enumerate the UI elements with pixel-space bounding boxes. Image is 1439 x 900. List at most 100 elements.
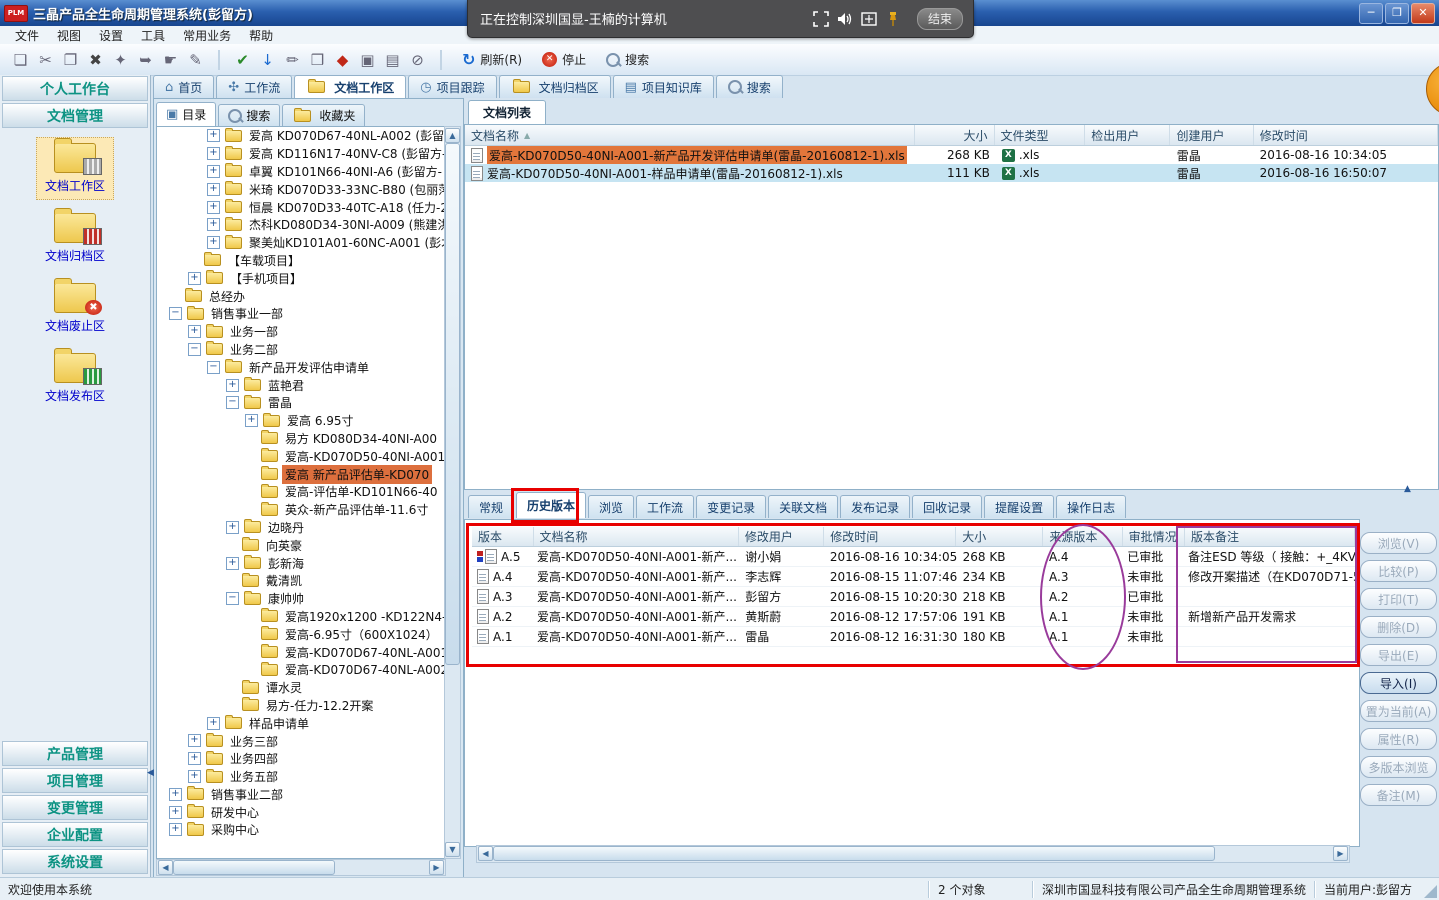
sidebar-item-文档归档区[interactable]: 文档归档区: [36, 207, 114, 270]
detail-tab-历史版本[interactable]: 历史版本: [516, 492, 586, 518]
detail-tab-关联文档[interactable]: 关联文档: [768, 495, 838, 518]
detail-tab-浏览[interactable]: 浏览: [588, 495, 634, 518]
menu-item-1[interactable]: 视图: [48, 27, 90, 44]
tab-项目知识库[interactable]: ▤项目知识库: [613, 75, 714, 98]
tree-item[interactable]: +业务四部: [157, 750, 445, 768]
tree-item[interactable]: +聚美灿KD101A01-60NC-A001 (彭才: [157, 234, 445, 252]
doc-column-header-文档名称[interactable]: 文档名称▲: [465, 125, 915, 145]
restore-button[interactable]: ❐: [1385, 3, 1409, 24]
tree-item[interactable]: 爱高-6.95寸（600X1024）: [157, 625, 445, 643]
expand-plus-icon[interactable]: +: [207, 201, 220, 214]
doc-column-header-检出用户[interactable]: 检出用户: [1085, 125, 1170, 145]
sidebar-section-系统设置[interactable]: 系统设置: [2, 849, 148, 874]
speaker-icon[interactable]: [833, 8, 857, 30]
download-icon[interactable]: ↓: [255, 48, 280, 72]
expand-plus-icon[interactable]: +: [169, 806, 182, 819]
tab-文档工作区[interactable]: 文档工作区: [294, 75, 406, 98]
expand-plus-icon[interactable]: +: [188, 752, 201, 765]
doc-check-icon[interactable]: ✔: [230, 48, 255, 72]
detail-tab-工作流[interactable]: 工作流: [636, 495, 694, 518]
doc-column-header-创建用户[interactable]: 创建用户: [1170, 125, 1253, 145]
history-column-header-版本[interactable]: 版本: [472, 527, 534, 546]
detail-tab-发布记录[interactable]: 发布记录: [840, 495, 910, 518]
sidebar-section-产品管理[interactable]: 产品管理: [2, 741, 148, 766]
collapse-minus-icon[interactable]: −: [169, 307, 182, 320]
expand-plus-icon[interactable]: +: [207, 218, 220, 231]
scroll-left-icon[interactable]: ◀: [478, 846, 493, 861]
action-button-多版本浏览[interactable]: 多版本浏览: [1360, 756, 1437, 778]
doclist-scroll-up-icon[interactable]: ▲: [1404, 484, 1411, 494]
tree-vertical-scrollbar[interactable]: ▲ ▼: [444, 126, 461, 859]
expand-plus-icon[interactable]: +: [188, 734, 201, 747]
expand-plus-icon[interactable]: +: [207, 129, 220, 142]
tree-item[interactable]: 英众-新产品评估单-11.6寸: [157, 501, 445, 519]
detail-tab-变更记录[interactable]: 变更记录: [696, 495, 766, 518]
sidebar-section-企业配置[interactable]: 企业配置: [2, 822, 148, 847]
sidebar-section-个人工作台[interactable]: 个人工作台: [2, 76, 148, 101]
tree-item[interactable]: 爱高 新产品评估单-KD070: [157, 465, 445, 483]
pointer-icon[interactable]: ☛: [158, 48, 183, 72]
tree-item[interactable]: +爱高 KD116N17-40NV-C8 (彭留方-: [157, 145, 445, 163]
scroll-up-icon[interactable]: ▲: [445, 128, 460, 143]
history-column-header-来源版本[interactable]: 来源版本: [1043, 527, 1122, 546]
doc-lines-icon[interactable]: ▤: [380, 48, 405, 72]
doc-column-header-修改时间[interactable]: 修改时间: [1254, 125, 1438, 145]
tree-item[interactable]: +蓝艳君: [157, 376, 445, 394]
action-button-删除(D)[interactable]: 删除(D): [1360, 616, 1437, 638]
expand-plus-icon[interactable]: +: [207, 147, 220, 160]
menu-item-2[interactable]: 设置: [90, 27, 132, 44]
doc-column-header-大小[interactable]: 大小: [915, 125, 995, 145]
tree-item[interactable]: −销售事业一部: [157, 305, 445, 323]
menu-item-0[interactable]: 文件: [6, 27, 48, 44]
history-horizontal-scrollbar[interactable]: ◀ ▶: [476, 845, 1350, 863]
tab-文档归档区[interactable]: 文档归档区: [499, 75, 611, 98]
tree-item[interactable]: +杰科KD080D34-30NI-A009 (熊建洪: [157, 216, 445, 234]
tree-item[interactable]: +爱高 KD070D67-40NL-A002 (彭留: [157, 127, 445, 145]
scroll-left-icon[interactable]: ◀: [158, 860, 173, 875]
action-button-打印(T)[interactable]: 打印(T): [1360, 588, 1437, 610]
paste-icon[interactable]: ❐: [58, 48, 83, 72]
action-button-属性(R)[interactable]: 属性(R): [1360, 728, 1437, 750]
action-button-浏览(V)[interactable]: 浏览(V): [1360, 532, 1437, 554]
expand-plus-icon[interactable]: +: [169, 788, 182, 801]
end-session-button[interactable]: 结束: [917, 8, 963, 30]
action-button-备注(M)[interactable]: 备注(M): [1360, 784, 1437, 806]
tree-item[interactable]: 向英豪: [157, 536, 445, 554]
detail-tab-操作日志[interactable]: 操作日志: [1056, 495, 1126, 518]
doc-row[interactable]: 爱高-KD070D50-40NI-A001-新产品开发评估申请单(雷晶-2016…: [465, 146, 1438, 164]
tree-horizontal-scrollbar[interactable]: ◀ ▶: [156, 859, 446, 876]
detail-tab-常规[interactable]: 常规: [468, 495, 514, 518]
scroll-right-icon[interactable]: ▶: [429, 860, 444, 875]
tree-item[interactable]: 易方 KD080D34-40NI-A00: [157, 430, 445, 448]
expand-plus-icon[interactable]: +: [245, 414, 258, 427]
minimize-button[interactable]: ─: [1359, 3, 1383, 24]
tree-item[interactable]: 总经办: [157, 287, 445, 305]
folder-go-icon[interactable]: ➥: [133, 48, 158, 72]
sidebar-section-文档管理[interactable]: 文档管理: [2, 103, 148, 128]
tree-vscroll-thumb[interactable]: [445, 143, 460, 665]
tree-tab-收藏夹[interactable]: 收藏夹: [282, 104, 365, 126]
tree-item[interactable]: 戴清凯: [157, 572, 445, 590]
tab-doc-list[interactable]: 文档列表: [468, 100, 546, 124]
sidebar-section-变更管理[interactable]: 变更管理: [2, 795, 148, 820]
history-column-header-修改时间[interactable]: 修改时间: [824, 527, 956, 546]
tree-item[interactable]: −康帅帅: [157, 590, 445, 608]
tree-item[interactable]: +【手机项目】: [157, 269, 445, 287]
history-row[interactable]: A.2爱高-KD070D50-40NI-A001-新产...黄斯蔚2016-08…: [472, 607, 1355, 627]
expand-plus-icon[interactable]: +: [207, 236, 220, 249]
history-column-header-大小[interactable]: 大小: [956, 527, 1043, 546]
tree-item[interactable]: +采购中心: [157, 821, 445, 839]
history-column-header-审批情况[interactable]: 审批情况: [1123, 527, 1185, 546]
history-column-header-版本备注[interactable]: 版本备注: [1185, 527, 1355, 546]
history-row[interactable]: A.5爱高-KD070D50-40NI-A001-新产...谢小娟2016-08…: [472, 547, 1355, 567]
tab-工作流[interactable]: ✣工作流: [216, 75, 292, 98]
tree-item[interactable]: +恒晨 KD070D33-40TC-A18 (任力-2: [157, 198, 445, 216]
sidebar-item-文档工作区[interactable]: 文档工作区: [36, 137, 114, 200]
tree-item[interactable]: +卓翼 KD101N66-40NI-A6 (彭留方-: [157, 163, 445, 181]
expand-plus-icon[interactable]: +: [188, 770, 201, 783]
close-button[interactable]: ✕: [1411, 3, 1435, 24]
history-row[interactable]: A.4爱高-KD070D50-40NI-A001-新产...李志辉2016-08…: [472, 567, 1355, 587]
scroll-down-icon[interactable]: ▼: [445, 842, 460, 857]
history-column-header-修改用户[interactable]: 修改用户: [739, 527, 824, 546]
pen-icon[interactable]: ✎: [183, 48, 208, 72]
